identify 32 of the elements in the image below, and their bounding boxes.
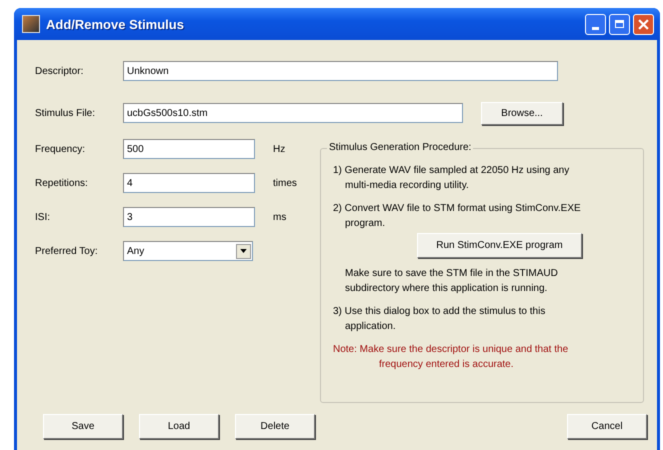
minimize-icon[interactable] xyxy=(585,14,606,34)
dialog-button[interactable]: Save xyxy=(43,414,123,439)
dialog-button[interactable]: Delete xyxy=(235,414,315,439)
unit-label: Hz xyxy=(273,144,286,154)
unit-label: ms xyxy=(273,212,286,222)
field-label: Repetitions: xyxy=(35,178,89,188)
field-label: Frequency: xyxy=(35,144,86,154)
instruction-text: Make sure to save the STM file in the STIMAUD subdirectory where this application is running. xyxy=(344,267,559,296)
app-icon xyxy=(22,15,40,33)
group-title: Stimulus Generation Procedure: xyxy=(327,142,474,153)
instruction-text: 1) Generate WAV file sampled at 22050 Hz using any multi-media recording utility. xyxy=(333,164,570,193)
toy-dropdown[interactable]: Any xyxy=(123,241,253,261)
dialog-button[interactable]: Load xyxy=(139,414,219,439)
instruction-text: 3) Use this dialog box to add the stimulus to this application. xyxy=(333,305,546,334)
browse-button[interactable]: Browse... xyxy=(481,102,563,124)
field-label: Preferred Toy: xyxy=(35,246,99,256)
run-button[interactable]: Run StimConv.EXE program xyxy=(417,233,582,258)
descriptor-field[interactable]: Unknown xyxy=(123,61,558,81)
instruction-text: 2) Convert WAV file to STM format using StimConv.EXE program. xyxy=(333,202,582,231)
input-field[interactable]: 3 xyxy=(123,207,255,227)
note-text: Note: Make sure the descriptor is unique and that the frequency entered is accurate. xyxy=(333,343,570,372)
dialog-button[interactable]: Cancel xyxy=(567,414,647,439)
maximize-icon[interactable] xyxy=(609,14,630,34)
field-label: Descriptor: xyxy=(35,66,84,76)
field-label: Stimulus File: xyxy=(35,108,96,118)
window-title: Add/Remove Stimulus xyxy=(46,16,185,32)
input-field[interactable]: 500 xyxy=(123,139,255,159)
file-field[interactable]: ucbGs500s10.stm xyxy=(123,103,463,123)
close-icon[interactable] xyxy=(633,14,654,34)
unit-label: times xyxy=(273,178,297,188)
field-label: ISI: xyxy=(35,212,52,222)
input-field[interactable]: 4 xyxy=(123,173,255,193)
